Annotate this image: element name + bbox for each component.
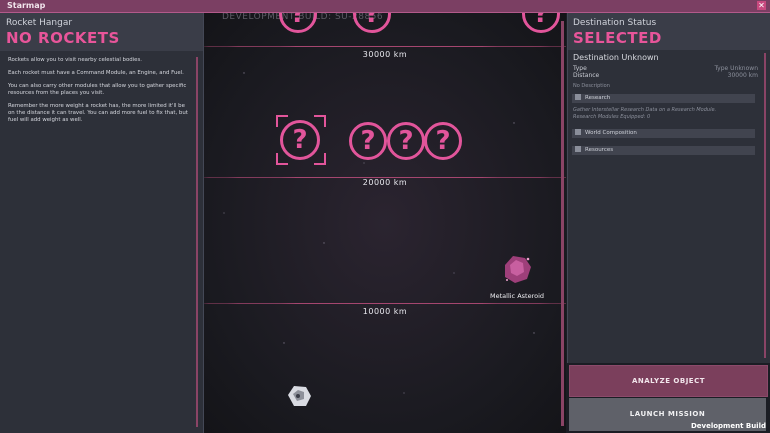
distance-row-label: Distance (573, 72, 600, 79)
unknown-destination-icon[interactable]: ? (424, 122, 462, 160)
development-build-label: Development Build (690, 422, 766, 430)
unknown-destination-icon[interactable]: ? (349, 122, 387, 160)
world-composition-button[interactable]: World Composition (572, 129, 755, 138)
gather-line: Gather Interstellar Research Data on a R… (573, 107, 717, 113)
destination-status-panel: Destination Status SELECTED Destination … (567, 13, 770, 363)
star-dots (223, 72, 535, 394)
world-composition-icon (575, 129, 581, 135)
distance-label: 20000 km (362, 178, 408, 187)
world-composition-label: World Composition (585, 130, 637, 136)
distance-value: 30000 km (727, 72, 758, 79)
resources-label: Resources (585, 147, 614, 153)
research-label: Research (585, 95, 611, 101)
resources-icon (575, 146, 581, 152)
window-title: Starmap (7, 1, 46, 10)
destination-status-subtitle: Destination Status (573, 18, 657, 28)
research-icon (575, 94, 581, 100)
destination-status-title: SELECTED (573, 29, 662, 47)
rocket-ship-icon[interactable] (284, 381, 314, 411)
rocket-hangar-panel: Rocket Hangar NO ROCKETS Rockets allow y… (0, 13, 204, 433)
window-titlebar: Starmap ✕ (0, 0, 770, 13)
distance-label: 10000 km (362, 307, 408, 316)
unknown-destination-icon[interactable]: ? (280, 120, 320, 160)
asteroid-label: Metallic Asteroid (490, 292, 545, 300)
rocket-hangar-description: Rockets allow you to visit nearby celest… (8, 57, 188, 130)
starmap-view[interactable]: DEVELOPMENT BUILD: SU-28856 ? ? ? 30000 … (204, 13, 566, 433)
research-section-button[interactable]: Research (572, 94, 755, 103)
type-label: Type (573, 65, 587, 72)
info-paragraph: Rockets allow you to visit nearby celest… (8, 57, 143, 63)
rocket-hangar-header: Rocket Hangar NO ROCKETS (0, 13, 203, 51)
info-paragraph: Each rocket must have a Command Module, … (8, 70, 184, 76)
destination-status-header: Destination Status SELECTED (568, 13, 770, 50)
left-scrollbar[interactable] (196, 57, 198, 427)
right-scrollbar[interactable] (764, 53, 766, 358)
type-value: Type Unknown (714, 65, 758, 72)
distance-label: 30000 km (362, 50, 408, 59)
resources-button[interactable]: Resources (572, 146, 755, 155)
rocket-hangar-title: NO ROCKETS (6, 29, 120, 47)
info-paragraph: You can also carry other modules that al… (8, 83, 187, 96)
distance-row: Distance 30000 km (573, 72, 758, 79)
distance-ring (204, 46, 566, 47)
metallic-asteroid-icon[interactable] (499, 253, 535, 285)
type-row: Type Type Unknown (573, 65, 758, 72)
unknown-destination-icon[interactable]: ? (387, 122, 425, 160)
destination-name: Destination Unknown (573, 53, 659, 62)
distance-ring (204, 303, 566, 304)
analyze-object-button[interactable]: ANALYZE OBJECT (569, 365, 768, 397)
close-icon[interactable]: ✕ (757, 1, 766, 10)
starmap-scrollbar[interactable] (561, 21, 564, 426)
gather-line: Research Modules Equipped: 0 (573, 113, 651, 120)
research-gather-info: Gather Interstellar Research Data on a R… (573, 107, 716, 120)
no-description-text: No Description (573, 83, 610, 89)
rocket-hangar-subtitle: Rocket Hangar (6, 18, 73, 28)
info-paragraph: Remember the more weight a rocket has, t… (8, 103, 188, 123)
